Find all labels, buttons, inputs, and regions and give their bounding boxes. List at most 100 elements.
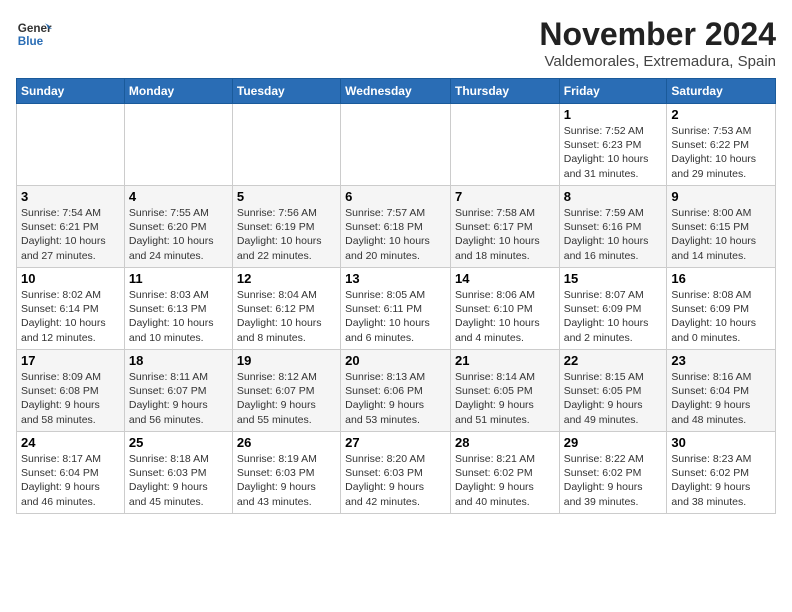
day-cell: 12 Sunrise: 8:04 AM Sunset: 6:12 PM Dayli… [232, 268, 340, 350]
day-number: 3 [21, 189, 120, 204]
day-cell [341, 104, 451, 186]
day-number: 2 [671, 107, 771, 122]
day-info: Sunrise: 7:55 AM Sunset: 6:20 PM Dayligh… [129, 206, 228, 263]
day-cell [124, 104, 232, 186]
day-info: Sunrise: 8:18 AM Sunset: 6:03 PM Dayligh… [129, 452, 228, 509]
day-info: Sunrise: 8:04 AM Sunset: 6:12 PM Dayligh… [237, 288, 336, 345]
day-number: 17 [21, 353, 120, 368]
day-number: 28 [455, 435, 555, 450]
day-cell: 13Sunrise: 8:05 AM Sunset: 6:11 PM Dayli… [341, 268, 451, 350]
day-number: 4 [129, 189, 228, 204]
day-number: 19 [237, 353, 336, 368]
day-cell: 26 Sunrise: 8:19 AM Sunset: 6:03 PM Dayli… [232, 432, 340, 514]
day-info: Sunrise: 7:57 AM Sunset: 6:18 PM Dayligh… [345, 206, 446, 263]
day-cell: 18 Sunrise: 8:11 AM Sunset: 6:07 PM Dayli… [124, 350, 232, 432]
day-info: Sunrise: 8:08 AM Sunset: 6:09 PM Dayligh… [671, 288, 771, 345]
day-info: Sunrise: 8:11 AM Sunset: 6:07 PM Dayligh… [129, 370, 228, 427]
day-info: Sunrise: 7:54 AM Sunset: 6:21 PM Dayligh… [21, 206, 120, 263]
day-info: Sunrise: 8:15 AM Sunset: 6:05 PM Dayligh… [564, 370, 663, 427]
day-info: Sunrise: 8:14 AM Sunset: 6:05 PM Dayligh… [455, 370, 555, 427]
day-number: 18 [129, 353, 228, 368]
day-number: 25 [129, 435, 228, 450]
day-number: 10 [21, 271, 120, 286]
day-number: 12 [237, 271, 336, 286]
day-info: Sunrise: 7:52 AM Sunset: 6:23 PM Dayligh… [564, 124, 663, 181]
day-info: Sunrise: 7:56 AM Sunset: 6:19 PM Dayligh… [237, 206, 336, 263]
week-row-1: 1Sunrise: 7:52 AM Sunset: 6:23 PM Daylig… [17, 104, 776, 186]
day-cell: 21 Sunrise: 8:14 AM Sunset: 6:05 PM Dayli… [450, 350, 559, 432]
day-number: 23 [671, 353, 771, 368]
day-info: Sunrise: 7:59 AM Sunset: 6:16 PM Dayligh… [564, 206, 663, 263]
day-info: Sunrise: 8:20 AM Sunset: 6:03 PM Dayligh… [345, 452, 446, 509]
weekday-header-tuesday: Tuesday [232, 79, 340, 104]
day-cell: 25 Sunrise: 8:18 AM Sunset: 6:03 PM Dayli… [124, 432, 232, 514]
day-info: Sunrise: 8:13 AM Sunset: 6:06 PM Dayligh… [345, 370, 446, 427]
svg-text:General: General [18, 22, 52, 35]
day-info: Sunrise: 8:06 AM Sunset: 6:10 PM Dayligh… [455, 288, 555, 345]
day-number: 24 [21, 435, 120, 450]
header: General Blue General Blue November 2024 … [16, 16, 776, 70]
day-info: Sunrise: 8:19 AM Sunset: 6:03 PM Dayligh… [237, 452, 336, 509]
day-cell: 17 Sunrise: 8:09 AM Sunset: 6:08 PM Dayli… [17, 350, 125, 432]
day-cell: 3 Sunrise: 7:54 AM Sunset: 6:21 PM Daylig… [17, 186, 125, 268]
day-info: Sunrise: 8:02 AM Sunset: 6:14 PM Dayligh… [21, 288, 120, 345]
day-cell: 2Sunrise: 7:53 AM Sunset: 6:22 PM Daylig… [667, 104, 776, 186]
day-number: 9 [671, 189, 771, 204]
day-number: 14 [455, 271, 555, 286]
day-number: 5 [237, 189, 336, 204]
day-cell: 9 Sunrise: 8:00 AM Sunset: 6:15 PM Daylig… [667, 186, 776, 268]
weekday-header-sunday: Sunday [17, 79, 125, 104]
day-cell: 8 Sunrise: 7:59 AM Sunset: 6:16 PM Daylig… [559, 186, 667, 268]
day-cell: 14 Sunrise: 8:06 AM Sunset: 6:10 PM Dayli… [450, 268, 559, 350]
title-area: November 2024 Valdemorales, Extremadura,… [539, 16, 776, 70]
day-cell: 15 Sunrise: 8:07 AM Sunset: 6:09 PM Dayli… [559, 268, 667, 350]
day-cell: 7Sunrise: 7:58 AM Sunset: 6:17 PM Daylig… [450, 186, 559, 268]
day-number: 8 [564, 189, 663, 204]
day-cell: 10 Sunrise: 8:02 AM Sunset: 6:14 PM Dayli… [17, 268, 125, 350]
day-info: Sunrise: 8:03 AM Sunset: 6:13 PM Dayligh… [129, 288, 228, 345]
day-cell [450, 104, 559, 186]
day-number: 7 [455, 189, 555, 204]
day-number: 26 [237, 435, 336, 450]
day-cell: 4 Sunrise: 7:55 AM Sunset: 6:20 PM Daylig… [124, 186, 232, 268]
calendar-table: SundayMondayTuesdayWednesdayThursdayFrid… [16, 78, 776, 514]
weekday-header-saturday: Saturday [667, 79, 776, 104]
day-cell: 11 Sunrise: 8:03 AM Sunset: 6:13 PM Dayli… [124, 268, 232, 350]
day-cell: 29 Sunrise: 8:22 AM Sunset: 6:02 PM Dayli… [559, 432, 667, 514]
day-cell: 6 Sunrise: 7:57 AM Sunset: 6:18 PM Daylig… [341, 186, 451, 268]
day-info: Sunrise: 8:17 AM Sunset: 6:04 PM Dayligh… [21, 452, 120, 509]
day-number: 6 [345, 189, 446, 204]
day-info: Sunrise: 8:21 AM Sunset: 6:02 PM Dayligh… [455, 452, 555, 509]
day-cell [17, 104, 125, 186]
svg-text:Blue: Blue [18, 35, 44, 48]
day-cell [232, 104, 340, 186]
day-number: 27 [345, 435, 446, 450]
weekday-header-wednesday: Wednesday [341, 79, 451, 104]
day-number: 15 [564, 271, 663, 286]
day-info: Sunrise: 8:09 AM Sunset: 6:08 PM Dayligh… [21, 370, 120, 427]
week-row-5: 24 Sunrise: 8:17 AM Sunset: 6:04 PM Dayli… [17, 432, 776, 514]
day-cell: 5 Sunrise: 7:56 AM Sunset: 6:19 PM Daylig… [232, 186, 340, 268]
day-info: Sunrise: 8:07 AM Sunset: 6:09 PM Dayligh… [564, 288, 663, 345]
month-title: November 2024 [539, 16, 776, 53]
day-info: Sunrise: 8:22 AM Sunset: 6:02 PM Dayligh… [564, 452, 663, 509]
day-cell: 30Sunrise: 8:23 AM Sunset: 6:02 PM Dayli… [667, 432, 776, 514]
weekday-header-row: SundayMondayTuesdayWednesdayThursdayFrid… [17, 79, 776, 104]
weekday-header-friday: Friday [559, 79, 667, 104]
logo-icon: General Blue [16, 16, 52, 52]
day-info: Sunrise: 8:23 AM Sunset: 6:02 PM Dayligh… [671, 452, 771, 509]
day-info: Sunrise: 8:00 AM Sunset: 6:15 PM Dayligh… [671, 206, 771, 263]
day-number: 22 [564, 353, 663, 368]
day-number: 29 [564, 435, 663, 450]
day-cell: 22 Sunrise: 8:15 AM Sunset: 6:05 PM Dayli… [559, 350, 667, 432]
week-row-3: 10 Sunrise: 8:02 AM Sunset: 6:14 PM Dayli… [17, 268, 776, 350]
day-cell: 27 Sunrise: 8:20 AM Sunset: 6:03 PM Dayli… [341, 432, 451, 514]
day-number: 21 [455, 353, 555, 368]
week-row-2: 3 Sunrise: 7:54 AM Sunset: 6:21 PM Daylig… [17, 186, 776, 268]
day-cell: 20 Sunrise: 8:13 AM Sunset: 6:06 PM Dayli… [341, 350, 451, 432]
day-cell: 23Sunrise: 8:16 AM Sunset: 6:04 PM Dayli… [667, 350, 776, 432]
week-row-4: 17 Sunrise: 8:09 AM Sunset: 6:08 PM Dayli… [17, 350, 776, 432]
day-number: 20 [345, 353, 446, 368]
day-info: Sunrise: 8:12 AM Sunset: 6:07 PM Dayligh… [237, 370, 336, 427]
day-number: 11 [129, 271, 228, 286]
